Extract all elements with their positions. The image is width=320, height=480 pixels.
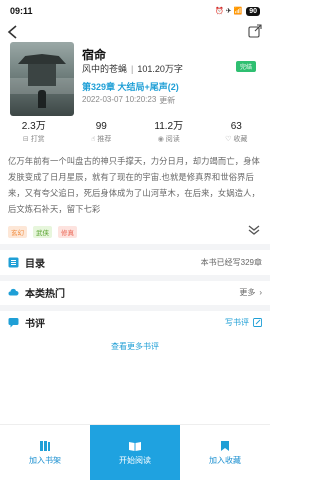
stat-reward[interactable]: 2.3万 ⊟ 打赏: [0, 121, 68, 147]
book-synopsis: 亿万年前有一个叫盘古的神只手撑天，力分日月，却力竭而亡，身体发肤变成了日月星辰，…: [8, 156, 260, 214]
stat-label: 收藏: [233, 136, 248, 143]
popular-more-link[interactable]: 更多 ›: [239, 287, 262, 298]
more-label: 更多: [239, 287, 256, 297]
stat-recommend[interactable]: 99 ☝ 推荐: [68, 121, 136, 147]
top-nav: [0, 22, 270, 42]
tag[interactable]: 修真: [58, 226, 77, 238]
catalog-info: 本书已经写329章: [200, 257, 262, 267]
tag-list: 玄幻 武侠 修真: [8, 226, 77, 238]
stat-value: 99: [95, 121, 107, 132]
battery-icon: 90: [246, 6, 260, 16]
book-cover[interactable]: [10, 42, 74, 116]
tag[interactable]: 玄幻: [8, 226, 27, 238]
bookmark-icon: [221, 440, 229, 451]
add-to-favorites-button[interactable]: 加入收藏: [180, 425, 270, 480]
shelf-label: 加入书架: [29, 455, 61, 465]
reviews-row: 书评 写书评: [0, 311, 270, 333]
stat-favorite[interactable]: 63 ♡ 收藏: [203, 121, 271, 147]
back-arrow-icon[interactable]: [6, 24, 20, 40]
popular-title: 本类热门: [25, 288, 65, 300]
status-icons: ⏰ ✈ 📶: [215, 8, 243, 15]
stat-label: 推荐: [97, 136, 112, 143]
book-word-count: 101.20万字: [137, 64, 183, 74]
stats-row: 2.3万 ⊟ 打赏 99 ☝ 推荐 11.2万 ◉ 阅读 63 ♡ 收藏: [0, 121, 270, 147]
comment-icon: [8, 317, 19, 327]
stat-value: 2.3万: [21, 121, 46, 132]
catalog-row[interactable]: 目录 本书已经写329章: [0, 251, 270, 273]
write-review-button[interactable]: 写书评: [225, 317, 262, 328]
expand-chevron-icon[interactable]: [247, 225, 261, 235]
status-badge: 完结: [236, 61, 257, 72]
edit-icon: [253, 317, 262, 327]
book-meta: 风中的苍蝇 | 101.20万字: [82, 62, 183, 75]
start-reading-button[interactable]: 开始阅读: [90, 425, 180, 480]
catalog-icon: [8, 257, 19, 267]
reviews-title: 书评: [25, 318, 45, 330]
popular-row: 本类热门 更多 ›: [0, 281, 270, 303]
catalog-title: 目录: [25, 258, 45, 270]
section-divider: [0, 244, 270, 250]
status-bar: 09:11 ⏰ ✈ 📶 90: [0, 0, 270, 22]
stat-value: 63: [230, 121, 242, 132]
cloud-icon: [8, 288, 19, 295]
bookshelf-icon: [40, 440, 50, 451]
add-to-shelf-button[interactable]: 加入书架: [0, 425, 90, 480]
update-time: 2022-03-07 10:20:23 更新: [82, 95, 175, 106]
meta-divider: |: [131, 63, 134, 74]
write-review-label: 写书评: [225, 317, 249, 327]
heart-icon: ♡: [225, 136, 232, 143]
thumbs-up-icon: ☝: [91, 136, 96, 143]
update-suffix: 更新: [159, 96, 176, 105]
read-label: 开始阅读: [119, 455, 151, 465]
update-date: 2022-03-07 10:20:23: [82, 95, 157, 104]
eye-icon: ◉: [157, 136, 164, 143]
book-author: 风中的苍蝇: [82, 64, 128, 74]
stat-label: 阅读: [165, 136, 180, 143]
status-indicators: ⏰ ✈ 📶 90: [215, 6, 260, 16]
gift-icon: ⊟: [22, 136, 29, 143]
bottom-action-bar: 加入书架 开始阅读 加入收藏: [0, 424, 270, 480]
open-book-icon: [129, 441, 141, 451]
chevron-right-icon: ›: [259, 287, 262, 297]
latest-chapter-link[interactable]: 第329章 大结局+尾声(2): [82, 80, 179, 93]
more-reviews-link[interactable]: 查看更多书评: [0, 341, 270, 352]
status-time: 09:11: [10, 6, 33, 16]
favorite-label: 加入收藏: [209, 455, 241, 465]
tag[interactable]: 武侠: [33, 226, 52, 238]
share-icon[interactable]: [248, 24, 262, 38]
stat-value: 11.2万: [154, 121, 184, 132]
book-title: 宿命: [82, 48, 107, 62]
stat-read: 11.2万 ◉ 阅读: [135, 121, 203, 147]
stat-label: 打赏: [30, 136, 45, 143]
